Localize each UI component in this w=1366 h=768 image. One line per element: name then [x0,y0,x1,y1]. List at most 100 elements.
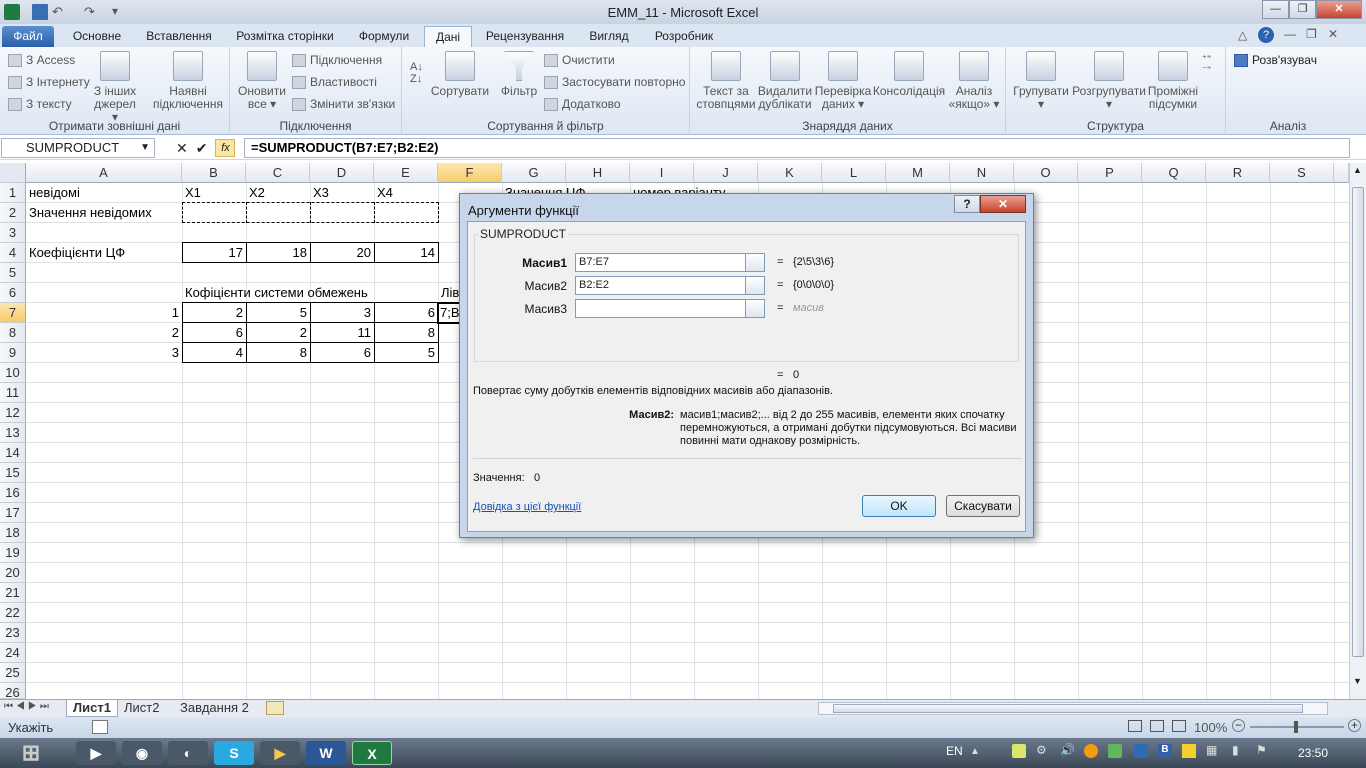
tray-app-icon[interactable] [1012,744,1026,758]
arg3-input[interactable] [575,299,747,318]
zoom-in-icon[interactable]: + [1348,719,1361,732]
cell-a8[interactable]: 2 [26,323,182,343]
col-header-c[interactable]: C [246,163,310,183]
group-button[interactable]: Групувати ▾ [1010,51,1072,111]
tab-data[interactable]: Дані [424,26,472,47]
cell-c9[interactable]: 8 [246,343,310,363]
cell-c8[interactable]: 2 [246,323,310,343]
word-icon[interactable]: W [306,741,346,765]
row-header-12[interactable]: 12 [0,403,26,423]
browser-icon[interactable]: ◐ [168,741,208,765]
cell-b9[interactable]: 4 [182,343,246,363]
solver-button[interactable]: Розв'язувач [1234,53,1317,68]
skype-icon[interactable]: S [214,741,254,765]
col-header-s[interactable]: S [1270,163,1334,183]
ungroup-button[interactable]: Розгрупувати ▾ [1072,51,1146,111]
cell-c7[interactable]: 5 [246,303,310,323]
edit-links-button[interactable]: Змінити зв'язки [292,97,395,112]
row-header-1[interactable]: 1 [0,183,26,203]
arg2-collapse-icon[interactable] [745,276,765,295]
hscroll-thumb[interactable] [833,704,1303,713]
what-if-button[interactable]: Аналіз «якщо» ▾ [946,51,1002,111]
row-header-19[interactable]: 19 [0,543,26,563]
cell-c4[interactable]: 18 [246,243,310,263]
row-header-25[interactable]: 25 [0,663,26,683]
volume-icon[interactable]: 🔊 [1060,743,1075,757]
cell-b4[interactable]: 17 [182,243,246,263]
help-icon[interactable]: ? [1258,27,1274,43]
formula-input[interactable]: =SUMPRODUCT(B7:E7;B2:E2) [244,138,1350,158]
col-header-r[interactable]: R [1206,163,1270,183]
cell-b6[interactable]: Кофіцієнти системи обмежень [182,283,371,303]
col-header-b[interactable]: B [182,163,246,183]
tab-review[interactable]: Рецензування [480,26,570,47]
flag-icon[interactable]: ⚑ [1256,743,1267,757]
scroll-up-icon[interactable]: ▲ [1353,165,1362,175]
col-header-a[interactable]: A [26,163,182,183]
network-icon[interactable]: ▦ [1206,743,1217,757]
cell-b1[interactable]: X1 [182,183,204,203]
cell-e7[interactable]: 6 [374,303,438,323]
doc-minimize-icon[interactable]: — [1284,27,1296,41]
row-header-4[interactable]: 4 [0,243,26,263]
cell-c1[interactable]: X2 [246,183,268,203]
cell-e1[interactable]: X4 [374,183,396,203]
zoom-level[interactable]: 100% [1194,720,1227,735]
cell-d8[interactable]: 11 [310,323,374,343]
cell-a4[interactable]: Коефіцієнти ЦФ [26,243,128,263]
excel-taskbar-icon[interactable]: X [352,741,392,765]
cell-d7[interactable]: 3 [310,303,374,323]
cell-a9[interactable]: 3 [26,343,182,363]
row-header-6[interactable]: 6 [0,283,26,303]
col-header-o[interactable]: O [1014,163,1078,183]
row-header-13[interactable]: 13 [0,423,26,443]
chrome-icon[interactable]: ◉ [122,741,162,765]
insert-function-icon[interactable]: fx [215,139,236,157]
cell-b8[interactable]: 6 [182,323,246,343]
arg2-input[interactable]: B2:E2 [575,276,747,295]
cell-a1[interactable]: невідомі [26,183,83,203]
row-header-11[interactable]: 11 [0,383,26,403]
scroll-thumb[interactable] [1352,187,1364,657]
arg1-input[interactable]: B7:E7 [575,253,747,272]
col-header-k[interactable]: K [758,163,822,183]
row-header-7[interactable]: 7 [0,303,26,323]
col-header-f[interactable]: F [438,163,502,183]
col-header-i[interactable]: I [630,163,694,183]
sheet-tab-1[interactable]: Лист1 [66,700,118,717]
row-header-24[interactable]: 24 [0,643,26,663]
macro-record-icon[interactable] [92,720,108,734]
advanced-filter-button[interactable]: Додатково [544,97,621,112]
maximize-button[interactable]: ❐ [1289,0,1316,19]
scroll-down-icon[interactable]: ▼ [1353,676,1362,686]
cancel-button[interactable]: Скасувати [946,495,1020,517]
row-header-20[interactable]: 20 [0,563,26,583]
col-header-e[interactable]: E [374,163,438,183]
col-header-g[interactable]: G [502,163,566,183]
sort-button[interactable]: Сортувати [430,51,490,98]
insert-sheet-icon[interactable] [266,701,284,715]
collapse-ribbon-icon[interactable]: △ [1238,28,1247,42]
language-indicator[interactable]: EN [946,744,963,758]
tab-view[interactable]: Вигляд [582,26,636,47]
zoom-out-icon[interactable]: − [1232,719,1245,732]
row-header-2[interactable]: 2 [0,203,26,223]
doc-restore-icon[interactable]: ❐ [1306,27,1317,41]
reapply-button[interactable]: Застосувати повторно [544,75,685,90]
row-header-14[interactable]: 14 [0,443,26,463]
col-header-t[interactable] [1334,163,1349,183]
row-header-5[interactable]: 5 [0,263,26,283]
col-header-n[interactable]: N [950,163,1014,183]
battery-icon[interactable]: ▮ [1232,743,1239,757]
tray-expand-icon[interactable]: ▲ [970,746,980,757]
tray-blue-icon[interactable] [1134,744,1148,758]
filter-button[interactable]: Фільтр [494,51,544,98]
cancel-formula-icon[interactable]: ✕ [176,140,188,157]
col-header-p[interactable]: P [1078,163,1142,183]
sort-az-icon[interactable]: A↓ Z↓ [410,61,423,85]
consolidate-button[interactable]: Консолідація [872,51,946,98]
row-header-9[interactable]: 9 [0,343,26,363]
enter-formula-icon[interactable]: ✔ [196,140,208,157]
row-header-26[interactable]: 26 [0,683,26,700]
tab-page-layout[interactable]: Розмітка сторінки [228,26,342,47]
